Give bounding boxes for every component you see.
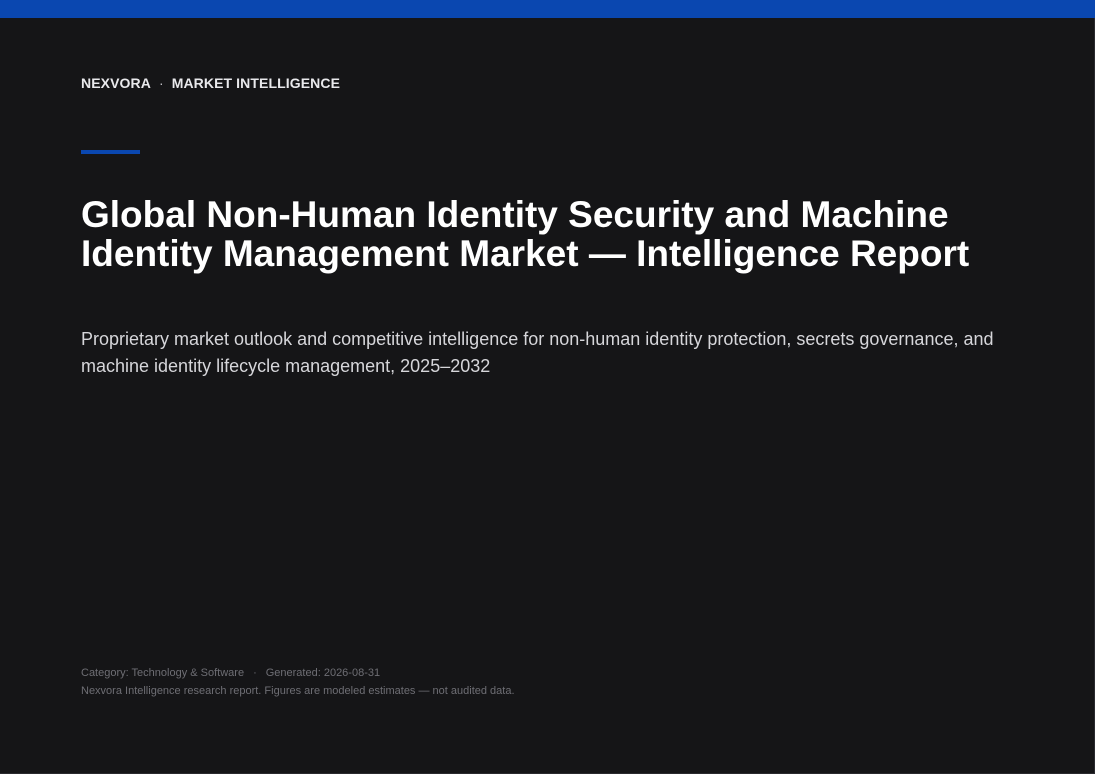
accent-rule bbox=[81, 150, 140, 154]
report-subtitle: Proprietary market outlook and competiti… bbox=[81, 329, 994, 376]
brand-separator: · bbox=[158, 75, 164, 91]
section-name: MARKET INTELLIGENCE bbox=[171, 75, 341, 91]
footer-meta: Category: Technology & Software · Generate… bbox=[81, 667, 380, 679]
footer-category: Category: Technology & Software bbox=[81, 667, 245, 679]
brand-name: NEXVORA bbox=[81, 75, 151, 91]
footer-disclaimer: Nexvora Intelligence research report. Fi… bbox=[81, 685, 515, 697]
brand-line: NEXVORA · MARKET INTELLIGENCE bbox=[81, 75, 340, 91]
footer-separator: · bbox=[253, 667, 257, 679]
top-accent-bar bbox=[0, 0, 1095, 18]
footer-generated-date: Generated: 2026-08-31 bbox=[265, 667, 381, 679]
report-cover-page: NEXVORA · MARKET INTELLIGENCE Global Non-H… bbox=[0, 0, 1095, 774]
report-title: Global Non-Human Identity Security and M… bbox=[81, 194, 970, 274]
